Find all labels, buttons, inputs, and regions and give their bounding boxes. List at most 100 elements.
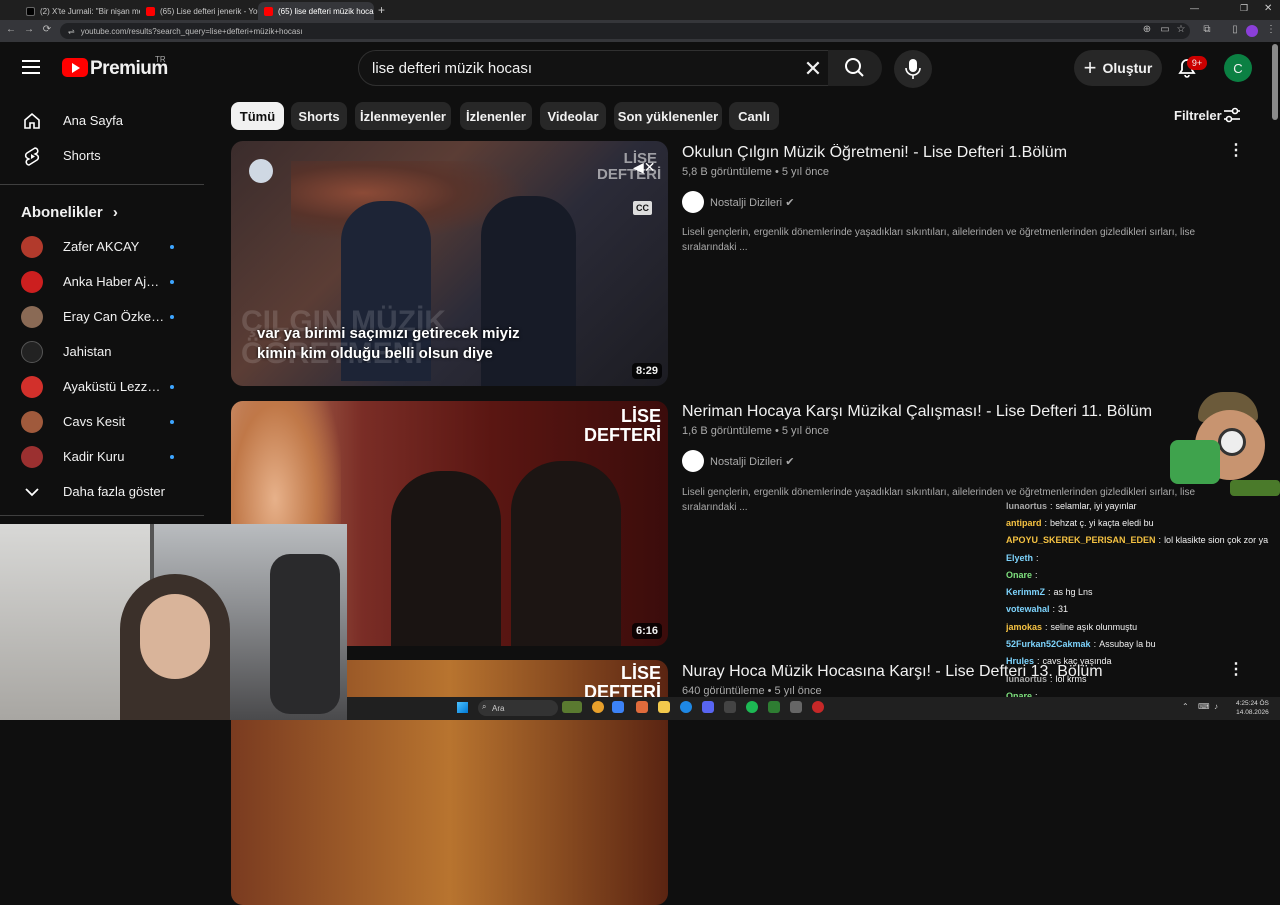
chat-username[interactable]: lunaortus [1006, 501, 1047, 511]
browser-tab[interactable]: (2) X'te Jurnali: "Bir nişan merası... ✕ [20, 2, 140, 20]
cast-icon[interactable]: ▭ [1158, 24, 1172, 35]
search-button[interactable] [828, 50, 882, 86]
chat-username[interactable]: Hrules [1006, 656, 1034, 666]
sidebar-subscription[interactable]: Cavs Kesit [0, 404, 204, 439]
chat-username[interactable]: Elyeth [1006, 553, 1033, 563]
create-button[interactable]: + Oluştur [1074, 50, 1162, 86]
site-info-icon[interactable]: ⇌ [68, 27, 75, 36]
page-scrollbar-thumb[interactable] [1272, 44, 1278, 120]
chip-unwatched[interactable]: İzlenmeyenler [355, 102, 451, 130]
discord-icon[interactable] [702, 701, 714, 713]
filters-button[interactable]: Filtreler [1174, 108, 1222, 123]
taskbar-widget-icon[interactable] [562, 701, 582, 713]
forward-icon[interactable]: → [22, 24, 36, 35]
spotify-icon[interactable] [746, 701, 758, 713]
sidebar-subscription[interactable]: Jahistan [0, 334, 204, 369]
filter-sliders-icon[interactable] [1222, 106, 1242, 129]
taskbar-app-icon[interactable] [636, 701, 648, 713]
show-more-subscriptions[interactable]: Daha fazla göster [0, 474, 204, 509]
browser-tab-active[interactable]: (65) lise defteri müzik hocası - Y... ✕ [258, 2, 374, 20]
chat-text: selamlar, iyi yayınlar [1055, 500, 1137, 511]
search-input[interactable]: lise defteri müzik hocası [372, 60, 532, 77]
chat-username[interactable]: antipard [1006, 518, 1042, 528]
x-favicon-icon [26, 6, 35, 16]
taskbar-app-icon[interactable] [724, 701, 736, 713]
profile-icon[interactable] [1246, 25, 1258, 37]
new-tab-icon[interactable]: + [378, 3, 385, 17]
thumbnail-logo: LİSE DEFTERİ [583, 406, 661, 445]
channel-name[interactable]: Nostalji Dizileri ✔ [710, 455, 794, 468]
chevron-down-icon [21, 481, 43, 503]
window-maximize-icon[interactable]: ❐ [1240, 3, 1248, 14]
video-title[interactable]: Neriman Hocaya Karşı Müzikal Çalışması! … [682, 403, 1202, 421]
chip-watched[interactable]: İzlenenler [460, 102, 532, 130]
notification-count-badge: 9+ [1187, 56, 1207, 70]
mascot-eye [1218, 428, 1246, 456]
channel-name[interactable]: Nostalji Dizileri ✔ [710, 196, 794, 209]
chat-message: antipard: behzat ç. yi kaçta eledi bu [1006, 514, 1280, 531]
chip-videos[interactable]: Videolar [540, 102, 606, 130]
chat-username[interactable]: 52Furkan52Cakmak [1006, 639, 1091, 649]
chip-live[interactable]: Canlı [729, 102, 779, 130]
closed-captions-badge[interactable]: CC [633, 201, 652, 215]
browser-menu-icon[interactable]: ⋮ [1264, 24, 1278, 35]
subscriptions-heading[interactable]: Abonelikler › [21, 204, 118, 221]
chrome-icon[interactable] [592, 701, 604, 713]
chip-recent[interactable]: Son yüklenenler [614, 102, 722, 130]
windows-start-icon[interactable] [457, 702, 468, 713]
search-icon [845, 58, 864, 77]
install-icon[interactable]: ⊕ [1140, 24, 1154, 35]
volume-icon[interactable]: ♪ [1214, 702, 1218, 711]
sidebar-item-shorts[interactable]: Shorts [0, 138, 204, 173]
account-avatar[interactable]: C [1224, 54, 1252, 82]
file-explorer-icon[interactable] [658, 701, 670, 713]
browser-tab[interactable]: (65) Lise defteri jenerik - YouTube ✕ [140, 2, 260, 20]
edge-icon[interactable] [680, 701, 692, 713]
address-bar[interactable]: ⇌ youtube.com/results?search_query=lise+… [60, 23, 1190, 39]
sidebar-subscription[interactable]: Zafer AKCAY [0, 229, 204, 264]
chat-username[interactable]: jamokas [1006, 622, 1042, 632]
taskbar-app-icon[interactable] [768, 701, 780, 713]
chat-text: cavs kaç yaşında [1042, 656, 1112, 667]
taskbar-app-icon[interactable] [812, 701, 824, 713]
chip-shorts[interactable]: Shorts [291, 102, 347, 130]
sidebar-subscription[interactable]: Eray Can Özkenar [0, 299, 204, 334]
taskbar-clock[interactable]: 4:25:24 ÖS 14.08.2026 [1236, 699, 1269, 717]
more-actions-icon[interactable]: ⋮ [1228, 140, 1244, 160]
video-title[interactable]: Okulun Çılgın Müzik Öğretmeni! - Lise De… [682, 144, 1202, 162]
channel-avatar[interactable] [682, 191, 704, 213]
chip-all[interactable]: Tümü [231, 102, 284, 130]
network-icon[interactable]: ⌨ [1198, 702, 1210, 711]
chat-username[interactable]: votewahal [1006, 604, 1050, 614]
voice-search-button[interactable] [894, 50, 932, 88]
sidebar-subscription[interactable]: Ayaküstü Lezzetl... [0, 369, 204, 404]
taskbar-app-icon[interactable] [790, 701, 802, 713]
window-minimize-icon[interactable]: — [1190, 3, 1199, 13]
clear-search-icon[interactable]: ✕ [802, 56, 824, 82]
shorts-icon [21, 145, 43, 167]
mute-icon[interactable]: ◀✕ [633, 159, 656, 176]
chat-username[interactable]: Onare [1006, 570, 1032, 580]
play-triangle [72, 63, 80, 73]
window-close-icon[interactable]: ✕ [1264, 3, 1272, 14]
sidebar-item-home[interactable]: Ana Sayfa [0, 103, 204, 138]
tray-overflow-icon[interactable]: ⌃ [1182, 702, 1189, 711]
sidebar-subscription[interactable]: Kadir Kuru [0, 439, 204, 474]
taskbar-search[interactable]: Ara [478, 700, 558, 716]
chat-username[interactable]: KerimmZ [1006, 587, 1045, 597]
back-icon[interactable]: ← [4, 24, 18, 35]
sidebar-subscription[interactable]: Anka Haber Ajansı [0, 264, 204, 299]
extensions-icon[interactable]: ⧉ [1200, 24, 1214, 35]
chat-text: as hg Lns [1053, 587, 1093, 598]
chat-username[interactable]: APOYU_SKEREK_PERISAN_EDEN [1006, 535, 1156, 545]
bookmark-star-icon[interactable]: ☆ [1174, 24, 1188, 35]
sidepanel-icon[interactable]: ▯ [1228, 24, 1242, 35]
hamburger-menu-icon[interactable] [22, 58, 40, 74]
chat-username[interactable]: lunaortus [1006, 674, 1047, 684]
chat-text: 31 [1058, 604, 1069, 615]
chat-separator: : [1048, 587, 1051, 598]
reload-icon[interactable]: ⟳ [40, 24, 54, 35]
taskbar-app-icon[interactable] [612, 701, 624, 713]
channel-avatar[interactable] [682, 450, 704, 472]
video-thumbnail[interactable]: LİSE DEFTERİ ◀✕ CC ÇILGIN MÜZİK ÖĞRETMEN… [231, 141, 668, 386]
